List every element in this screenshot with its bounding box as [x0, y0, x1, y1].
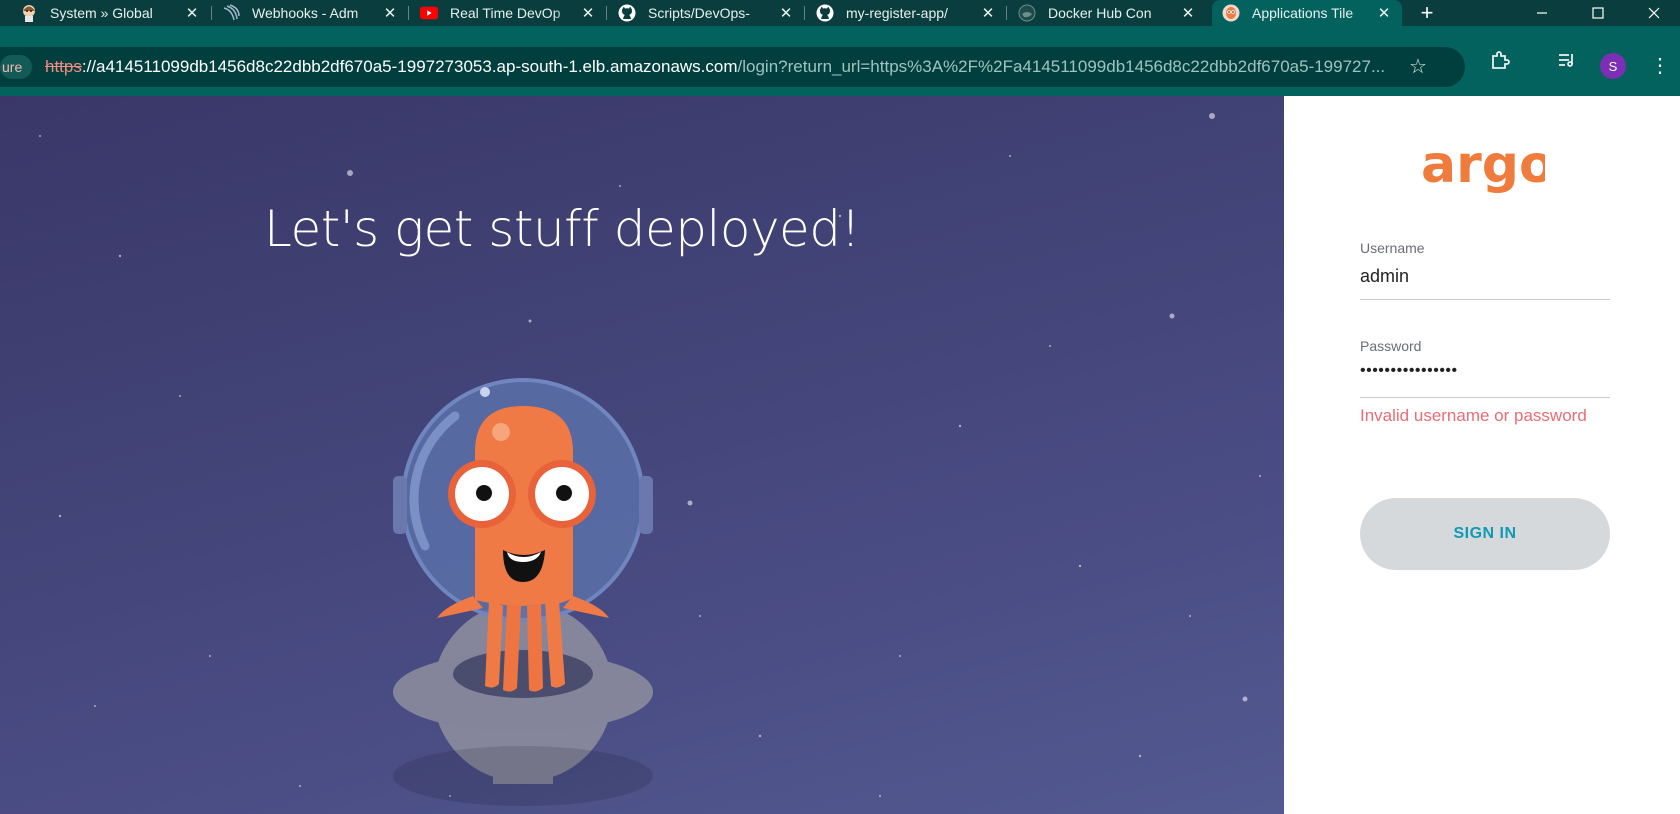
argo-logo-text: argo [1421, 138, 1545, 195]
tab-title: my-register-app/ [846, 5, 948, 21]
browser-toolbar: ure https://a414511099db1456d8c22dbb2df6… [0, 26, 1680, 96]
youtube-icon [420, 4, 438, 22]
tab-title: Applications Tile [1252, 5, 1354, 21]
tab-jenkins[interactable]: System » Global ✕ [10, 0, 210, 26]
close-tab-icon[interactable]: ✕ [1374, 3, 1394, 23]
tab-title: Real Time DevOp [450, 5, 561, 21]
site-security-chip[interactable]: ure [0, 55, 33, 79]
github-icon [618, 4, 636, 22]
maximize-window-icon[interactable] [1578, 0, 1618, 26]
media-controls-icon[interactable] [1555, 48, 1579, 72]
tab-title: Scripts/DevOps- [648, 5, 750, 21]
docker-icon [1018, 4, 1036, 22]
tab-applications-tiles[interactable]: Applications Tile ✕ [1212, 0, 1402, 26]
argo-icon [1222, 4, 1240, 22]
bookmark-star-icon[interactable]: ☆ [1407, 56, 1429, 78]
tab-title: Docker Hub Con [1048, 5, 1152, 21]
tab-youtube[interactable]: Real Time DevOp ✕ [410, 0, 606, 26]
address-bar[interactable]: ure https://a414511099db1456d8c22dbb2df6… [0, 47, 1465, 87]
browser-menu-icon[interactable]: ⋮ [1650, 50, 1670, 82]
tab-github-scripts[interactable]: Scripts/DevOps- ✕ [608, 0, 804, 26]
login-error-message: Invalid username or password [1360, 406, 1587, 425]
tab-title: System » Global [50, 5, 153, 21]
url-path: /login?return_url=https%3A%2F%2Fa4145110… [737, 57, 1385, 76]
url-scheme: https [45, 57, 82, 76]
webhook-icon [222, 4, 240, 22]
profile-avatar[interactable]: S [1600, 53, 1626, 79]
hero-title: Let's get stuff deployed! [264, 200, 861, 258]
url-host: ://a414511099db1456d8c22dbb2df670a5-1997… [81, 57, 738, 76]
password-underline [1360, 397, 1610, 398]
password-input[interactable]: •••••••••••••••• [1360, 362, 1610, 388]
new-tab-button[interactable]: + [1415, 0, 1439, 25]
site-security-label: ure [2, 59, 23, 75]
username-label: Username [1360, 240, 1425, 256]
close-tab-icon[interactable]: ✕ [776, 3, 796, 23]
profile-initial: S [1608, 58, 1618, 74]
tab-webhooks[interactable]: Webhooks - Adm ✕ [212, 0, 408, 26]
tab-github-register-app[interactable]: my-register-app/ ✕ [806, 0, 1006, 26]
username-underline [1360, 299, 1610, 300]
tab-title: Webhooks - Adm [252, 5, 359, 21]
argo-logo: argo [1421, 138, 1545, 195]
url-text[interactable]: https://a414511099db1456d8c22dbb2df670a5… [45, 47, 1385, 87]
login-form-panel: argo Username Password •••••••••••••••• … [1284, 96, 1680, 814]
tab-docker-hub[interactable]: Docker Hub Con ✕ [1008, 0, 1206, 26]
password-label: Password [1360, 338, 1422, 354]
sign-in-button[interactable]: SIGN IN [1360, 498, 1610, 570]
close-tab-icon[interactable]: ✕ [380, 3, 400, 23]
extensions-puzzle-icon[interactable] [1488, 48, 1512, 72]
close-tab-icon[interactable]: ✕ [978, 3, 998, 23]
close-tab-icon[interactable]: ✕ [578, 3, 598, 23]
close-window-icon[interactable] [1634, 0, 1674, 26]
argo-octopus-mascot [393, 378, 653, 806]
username-input[interactable] [1360, 262, 1610, 290]
minimize-window-icon[interactable] [1522, 0, 1562, 26]
login-hero-panel: Let's get stuff deployed! [0, 96, 1284, 814]
jenkins-butler-icon [20, 4, 38, 22]
close-tab-icon[interactable]: ✕ [182, 3, 202, 23]
github-icon [816, 4, 834, 22]
close-tab-icon[interactable]: ✕ [1178, 3, 1198, 23]
browser-tab-strip: System » Global ✕ Webhooks - Adm ✕ Real … [0, 0, 1680, 26]
